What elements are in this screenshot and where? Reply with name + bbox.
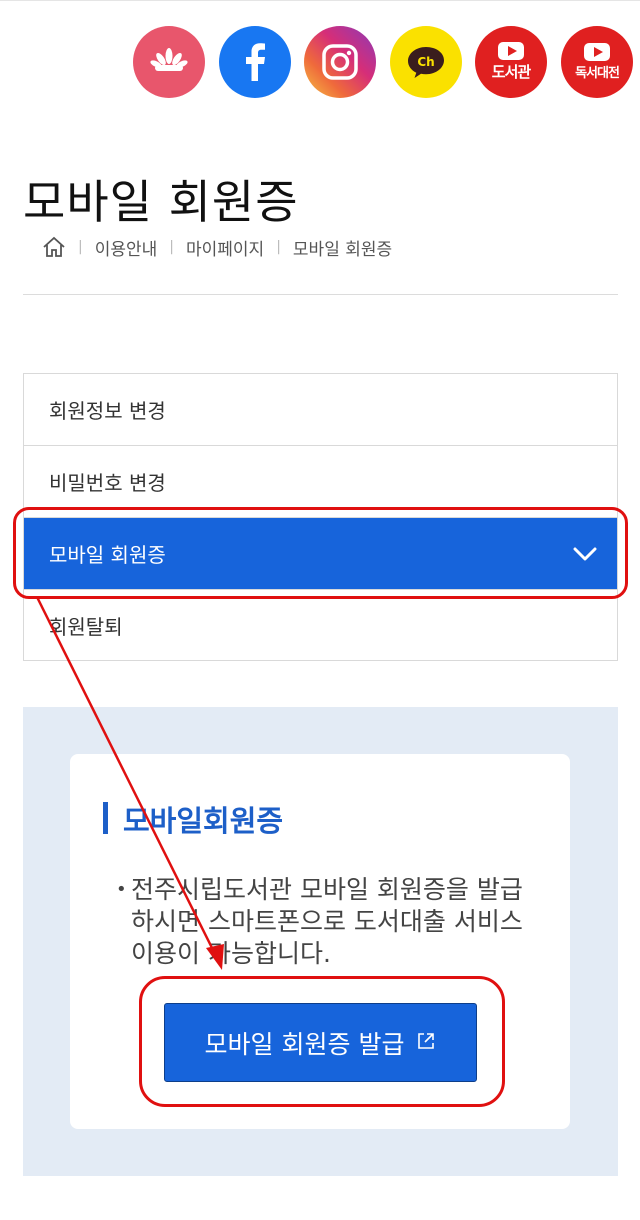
- kakao-channel-icon[interactable]: Ch: [390, 26, 462, 98]
- chevron-down-icon: [573, 542, 597, 566]
- facebook-icon[interactable]: [219, 26, 291, 98]
- title-divider: [23, 294, 618, 295]
- menu-item-mobile-card[interactable]: 모바일 회원증: [24, 518, 617, 590]
- breadcrumb: | 이용안내 | 마이페이지 | 모바일 회원증: [42, 234, 392, 260]
- youtube-play-icon: [584, 43, 610, 61]
- issue-mobile-card-button[interactable]: 모바일 회원증 발급: [164, 1003, 477, 1082]
- content-panel: 모바일회원증 전주시립도서관 모바일 회원증을 발급하시면 스마트폰으로 도서대…: [23, 707, 618, 1176]
- menu-item-label: 회원정보 변경: [49, 399, 166, 423]
- mobile-card-box: 모바일회원증 전주시립도서관 모바일 회원증을 발급하시면 스마트폰으로 도서대…: [70, 754, 570, 1129]
- menu-item-edit-info[interactable]: 회원정보 변경: [24, 374, 617, 446]
- page-title: 모바일 회원증: [23, 175, 299, 229]
- home-icon[interactable]: [42, 235, 66, 259]
- breadcrumb-separator: |: [78, 239, 83, 255]
- top-divider: [0, 0, 640, 1]
- external-link-icon: [416, 1028, 436, 1057]
- breadcrumb-item-mypage[interactable]: 마이페이지: [186, 235, 264, 260]
- section-description: 전주시립도서관 모바일 회원증을 발급하시면 스마트폰으로 도서대출 서비스이용…: [116, 874, 536, 970]
- menu-item-change-password[interactable]: 비밀번호 변경: [24, 446, 617, 518]
- breadcrumb-item-mobile-card[interactable]: 모바일 회원증: [293, 235, 392, 260]
- youtube-library-label: 도서관: [491, 63, 531, 81]
- menu-item-label: 비밀번호 변경: [49, 471, 166, 495]
- youtube-library-icon[interactable]: 도서관: [475, 26, 547, 98]
- kakao-ch-text: Ch: [417, 55, 434, 69]
- breadcrumb-item-guide[interactable]: 이용안내: [95, 235, 158, 260]
- instagram-icon[interactable]: [304, 26, 376, 98]
- youtube-reading-icon[interactable]: 독서대전: [561, 26, 633, 98]
- section-title: 모바일회원증: [103, 798, 283, 840]
- youtube-reading-label: 독서대전: [575, 66, 620, 81]
- youtube-play-icon: [498, 42, 524, 60]
- menu-item-withdraw[interactable]: 회원탈퇴: [24, 590, 617, 660]
- breadcrumb-separator: |: [276, 239, 281, 255]
- issue-button-label: 모바일 회원증 발급: [204, 1029, 405, 1059]
- mypage-menu: 회원정보 변경 비밀번호 변경 모바일 회원증 회원탈퇴: [23, 373, 618, 661]
- menu-item-label: 모바일 회원증: [49, 543, 166, 567]
- breadcrumb-separator: |: [169, 239, 174, 255]
- blossom-logo-icon[interactable]: [133, 26, 205, 98]
- menu-item-label: 회원탈퇴: [49, 614, 123, 639]
